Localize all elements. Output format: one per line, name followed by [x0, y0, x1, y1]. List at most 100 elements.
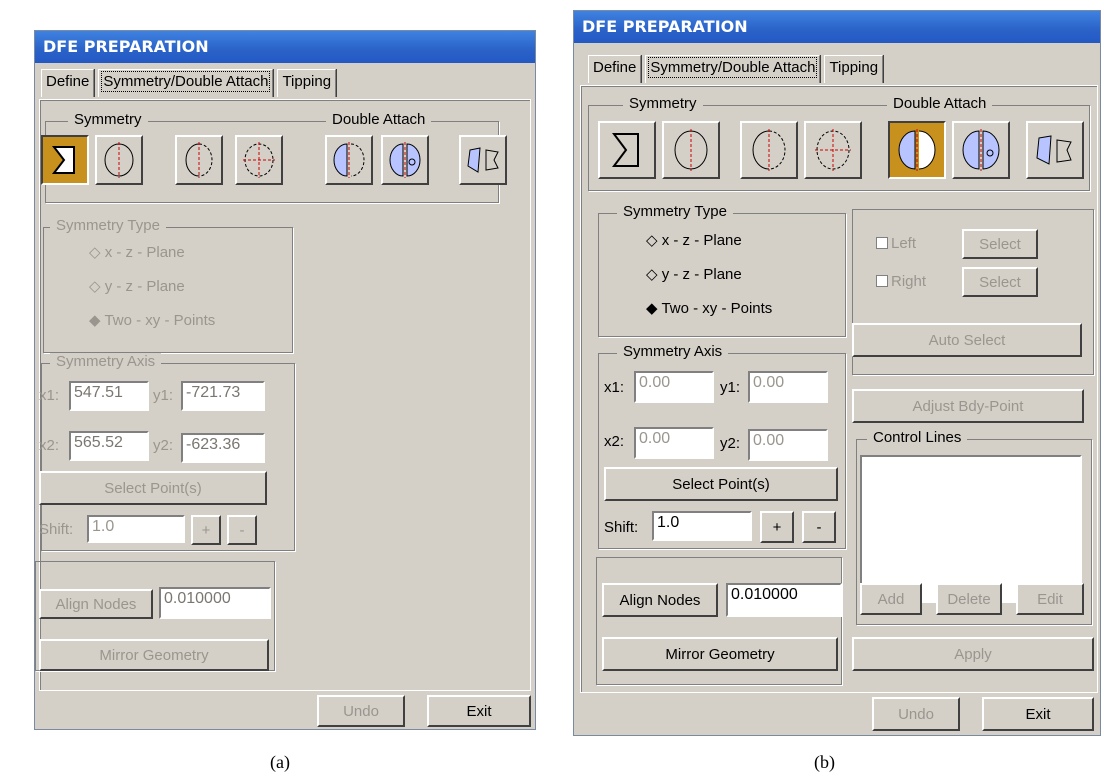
symmetry-axis-label: Symmetry Axis	[617, 343, 729, 360]
tab-symmetry-double-attach[interactable]: Symmetry/Double Attach	[98, 69, 274, 97]
circle-vertical-axis-icon	[104, 142, 134, 178]
undo-button[interactable]: Undo	[317, 695, 405, 727]
tab-tipping[interactable]: Tipping	[824, 55, 884, 83]
shift-plus-button[interactable]: +	[191, 515, 221, 545]
right-checkbox[interactable]: Right	[876, 273, 926, 290]
x2-label: x2:	[604, 433, 625, 450]
y2-field[interactable]: 0.00	[748, 429, 828, 461]
left-checkbox[interactable]: Left	[876, 235, 916, 252]
exit-button[interactable]: Exit	[427, 695, 531, 727]
double-attach-label: Double Attach	[887, 95, 993, 112]
window-title: DFE PREPARATION	[35, 31, 535, 63]
mirror-geometry-button[interactable]: Mirror Geometry	[39, 639, 269, 671]
symmetry-type-label: Symmetry Type	[617, 203, 733, 220]
y1-field[interactable]: -721.73	[181, 381, 265, 411]
x1-field[interactable]: 0.00	[634, 371, 714, 403]
apply-button[interactable]: Apply	[852, 637, 1094, 671]
y1-field[interactable]: 0.00	[748, 371, 828, 403]
radio-xz-plane[interactable]: ◇ x - z - Plane	[89, 243, 185, 261]
split-circle-point-icon	[389, 142, 421, 178]
select-left-button[interactable]: Select	[962, 229, 1038, 259]
add-button[interactable]: Add	[860, 583, 922, 615]
radio-two-xy-points[interactable]: ◆ Two - xy - Points	[646, 299, 772, 317]
tab-define[interactable]: Define	[588, 55, 642, 83]
delete-button[interactable]: Delete	[936, 583, 1002, 615]
shift-label: Shift:	[604, 519, 639, 536]
radio-yz-plane[interactable]: ◇ y - z - Plane	[89, 277, 185, 295]
caption-a: (a)	[270, 752, 290, 772]
symmetry-plane-button[interactable]	[41, 135, 89, 185]
symmetry-type-label: Symmetry Type	[50, 217, 166, 234]
align-nodes-button[interactable]: Align Nodes	[39, 589, 153, 619]
split-circle-icon	[898, 129, 936, 171]
undo-button[interactable]: Undo	[872, 697, 960, 731]
mirror-geometry-button[interactable]: Mirror Geometry	[602, 637, 838, 671]
shift-label: Shift:	[39, 521, 74, 538]
radio-yz-plane[interactable]: ◇ y - z - Plane	[646, 265, 742, 283]
exit-button[interactable]: Exit	[982, 697, 1094, 731]
crosshair-circle-icon	[815, 129, 851, 171]
select-points-button[interactable]: Select Point(s)	[39, 471, 267, 505]
crosshair-circle-icon	[243, 142, 275, 178]
irregular-shape-icon	[1036, 135, 1072, 165]
double-attach-point-button[interactable]	[381, 135, 429, 185]
dfe-window-a: DFE PREPARATION Define Symmetry/Double A…	[34, 30, 536, 730]
circle-dashed-half-icon	[185, 142, 213, 178]
y1-label: y1:	[153, 387, 174, 404]
shift-plus-button[interactable]: +	[760, 511, 794, 543]
double-attach-shape-button[interactable]	[1026, 121, 1084, 179]
dfe-window-b: DFE PREPARATION Define Symmetry/Double A…	[573, 10, 1101, 736]
circle-vertical-axis-icon	[674, 129, 708, 171]
align-tolerance-field[interactable]: 0.010000	[159, 587, 271, 619]
y2-label: y2:	[720, 435, 741, 452]
bracket-shape-icon	[612, 133, 639, 167]
tab-define[interactable]: Define	[41, 69, 95, 97]
tab-symmetry-double-attach[interactable]: Symmetry/Double Attach	[645, 55, 821, 83]
control-lines-list[interactable]	[860, 455, 1082, 603]
symmetry-circle-vertical-button[interactable]	[95, 135, 143, 185]
symmetry-circle-dashed-button[interactable]	[175, 135, 223, 185]
auto-select-button[interactable]: Auto Select	[852, 323, 1082, 357]
adjust-bdy-point-button[interactable]: Adjust Bdy-Point	[852, 389, 1084, 423]
select-points-button[interactable]: Select Point(s)	[604, 467, 838, 501]
symmetry-crosshair-button[interactable]	[804, 121, 862, 179]
x1-label: x1:	[604, 379, 625, 396]
symmetry-label: Symmetry	[623, 95, 703, 112]
y2-label: y2:	[153, 437, 174, 454]
irregular-shape-icon	[467, 147, 499, 173]
align-tolerance-field[interactable]: 0.010000	[726, 583, 842, 617]
split-circle-point-icon	[962, 129, 1000, 171]
select-right-button[interactable]: Select	[962, 267, 1038, 297]
shift-minus-button[interactable]: -	[227, 515, 257, 545]
split-circle-icon	[333, 142, 365, 178]
edit-button[interactable]: Edit	[1016, 583, 1084, 615]
symmetry-circle-dashed-button[interactable]	[740, 121, 798, 179]
y1-label: y1:	[720, 379, 741, 396]
window-title: DFE PREPARATION	[574, 11, 1100, 43]
x2-field[interactable]: 0.00	[634, 427, 714, 459]
caption-b: (b)	[814, 752, 835, 772]
double-attach-half-button[interactable]	[325, 135, 373, 185]
radio-two-xy-points[interactable]: ◆ Two - xy - Points	[89, 311, 215, 329]
symmetry-plane-button[interactable]	[598, 121, 656, 179]
symmetry-circle-vertical-button[interactable]	[662, 121, 720, 179]
radio-xz-plane[interactable]: ◇ x - z - Plane	[646, 231, 742, 249]
tab-tipping[interactable]: Tipping	[277, 69, 337, 97]
double-attach-half-button[interactable]	[888, 121, 946, 179]
double-attach-point-button[interactable]	[952, 121, 1010, 179]
right-checkbox-box	[876, 275, 888, 287]
shift-field[interactable]: 1.0	[87, 515, 185, 543]
shift-field[interactable]: 1.0	[652, 511, 752, 541]
y2-field[interactable]: -623.36	[181, 433, 265, 463]
x2-label: x2:	[39, 437, 60, 454]
left-checkbox-box	[876, 237, 888, 249]
x2-field[interactable]: 565.52	[69, 431, 149, 461]
x1-field[interactable]: 547.51	[69, 381, 149, 411]
shift-minus-button[interactable]: -	[802, 511, 836, 543]
control-lines-label: Control Lines	[867, 429, 968, 446]
circle-dashed-half-icon	[752, 129, 786, 171]
double-attach-shape-button[interactable]	[459, 135, 507, 185]
align-nodes-button[interactable]: Align Nodes	[602, 583, 718, 617]
double-attach-label: Double Attach	[326, 111, 432, 128]
symmetry-crosshair-button[interactable]	[235, 135, 283, 185]
